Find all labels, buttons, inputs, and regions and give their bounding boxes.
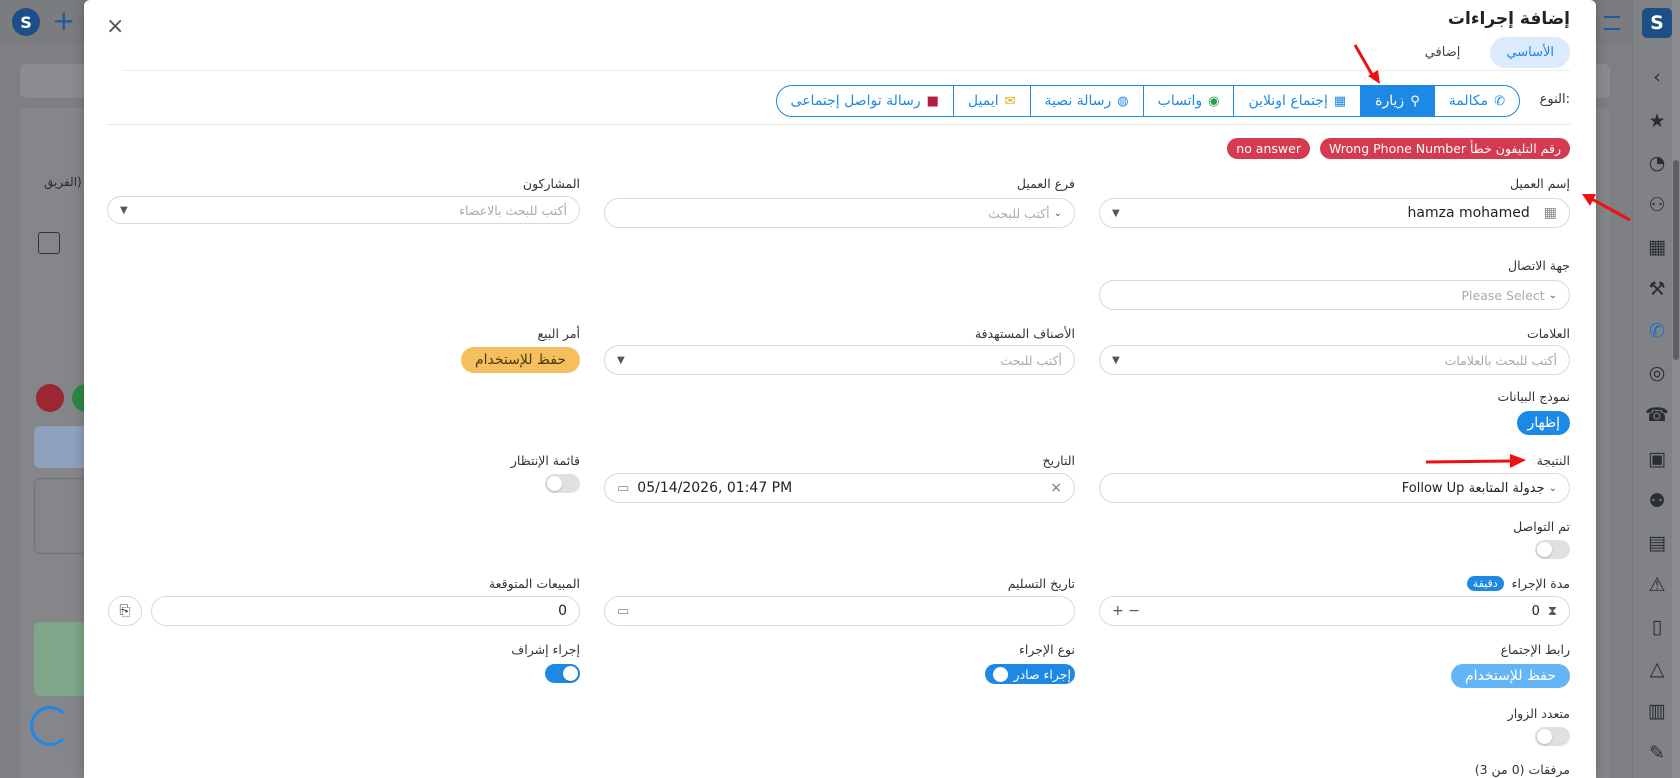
building-icon: ▦ <box>1543 205 1557 221</box>
grid-view-icon[interactable] <box>38 232 60 254</box>
calendar-icon: ▭ <box>617 603 630 619</box>
supervision-toggle[interactable] <box>545 664 580 683</box>
expected-sales-input[interactable]: 0 <box>151 596 580 626</box>
client-name-label: إسم العميل <box>1509 176 1570 191</box>
annotation-arrow-icon <box>1353 44 1380 84</box>
type-whatsapp[interactable]: ◉ واتساب <box>1142 86 1234 116</box>
contacted-toggle[interactable] <box>1535 540 1570 559</box>
types-divider <box>108 124 1570 125</box>
client-branch-label: فرع العميل <box>1016 176 1075 191</box>
date-picker[interactable]: ▭ 05/14/2026, 01:47 PM × <box>604 473 1075 503</box>
multi-visitors-toggle[interactable] <box>1535 727 1570 746</box>
expected-sales-label: المبيعات المتوقعة <box>488 576 580 591</box>
type-sms[interactable]: ◍ رسالة نصية <box>1029 86 1143 116</box>
email-icon: ✉ <box>1004 93 1016 109</box>
sales-order-save-button[interactable]: حفظ للإستخدام <box>461 347 580 373</box>
marks-label: العلامات <box>1526 326 1570 341</box>
client-branch-select[interactable]: أكتب للبحث ⌄ <box>604 198 1075 228</box>
clear-icon[interactable]: × <box>1050 480 1062 496</box>
scrollbar[interactable] <box>1672 0 1680 778</box>
presentation-icon: ▦ <box>1333 93 1347 109</box>
chevron-down-icon: ⌄ <box>1548 289 1557 301</box>
call-icon: ✆ <box>1494 93 1505 109</box>
contact-label: جهة الاتصال <box>1508 258 1570 273</box>
target-classes-select[interactable]: ▼ أكتب للبحث <box>604 345 1075 375</box>
chevron-down-icon: ▼ <box>120 204 128 216</box>
app-logo-icon: S <box>12 8 40 36</box>
type-online-meeting[interactable]: ▦ إجتماع اونلاين <box>1233 86 1360 116</box>
show-data-form-button[interactable]: إظهار <box>1517 411 1570 435</box>
contacted-label: تم التواصل <box>1513 519 1570 534</box>
green-card <box>34 622 88 696</box>
sms-icon: ◍ <box>1117 93 1129 109</box>
chevron-down-icon: ⌄ <box>1053 207 1062 219</box>
contact-select[interactable]: Please Select ⌄ <box>1099 280 1570 310</box>
stepper-buttons[interactable]: + − <box>1112 603 1140 619</box>
data-form-label: نموذج البيانات <box>1497 389 1570 404</box>
result-select[interactable]: Follow Up جدولة المتابعة ⌄ <box>1099 473 1570 503</box>
waitlist-label: قائمة الإنتظار <box>510 453 580 468</box>
action-type-toggle[interactable]: إجراء صادر <box>984 664 1075 684</box>
target-classes-label: الأصناف المستهدفة <box>974 326 1075 341</box>
chevron-down-icon: ▼ <box>617 354 625 366</box>
annotation-arrow-icon <box>1582 194 1631 222</box>
multi-visitors-label: متعدد الزوار <box>1507 706 1570 721</box>
loading-spinner-icon <box>30 706 70 746</box>
team-filter-label: الفريق) <box>44 175 82 189</box>
hourglass-icon: ⧗ <box>1547 603 1557 619</box>
add-action-modal: × إضافة إجراءات الأساسي إضافي النوع: ✆ مك… <box>84 0 1596 778</box>
duration-input[interactable]: + − 0 ⧗ <box>1099 596 1570 626</box>
supervision-label: إجراء إشراف <box>511 642 580 657</box>
social-icon: ■ <box>926 93 939 109</box>
meeting-link-save-button[interactable]: حفظ للإستخدام <box>1451 664 1570 688</box>
participants-label: المشاركون <box>522 176 580 191</box>
type-label: النوع: <box>1539 92 1570 107</box>
modal-title: إضافة إجراءات <box>1447 9 1570 29</box>
tab-basic[interactable]: الأساسي <box>1490 37 1570 68</box>
waitlist-toggle[interactable] <box>545 474 580 493</box>
chevron-down-icon: ▼ <box>1112 207 1120 219</box>
type-call[interactable]: ✆ مكالمة <box>1433 86 1519 116</box>
duration-label: مدة الإجراء دقيقة <box>1466 576 1570 591</box>
logo-icon: S <box>1642 8 1672 38</box>
whatsapp-icon: ◉ <box>1208 93 1220 109</box>
annotation-arrow-icon <box>1425 454 1526 468</box>
map-pin-icon: ⚲ <box>1410 93 1420 109</box>
calendar-icon: ▭ <box>617 480 630 496</box>
calculator-icon[interactable]: ⎘ <box>108 596 142 626</box>
empty-card <box>34 478 88 554</box>
marks-select[interactable]: ▼ أكتب للبحث بالعلامات <box>1099 345 1570 375</box>
sales-order-label: أمر البيع <box>537 326 580 341</box>
chevron-down-icon: ▼ <box>1112 354 1120 366</box>
modal-tabs: الأساسي إضافي <box>1409 37 1570 68</box>
type-social[interactable]: ■ رسالة تواصل إجتماعى <box>777 86 953 116</box>
delivery-date-picker[interactable]: ▭ <box>604 596 1075 626</box>
close-icon[interactable]: × <box>106 14 124 39</box>
meeting-link-label: رابط الإجتماع <box>1500 642 1570 657</box>
tag-no-answer[interactable]: no answer <box>1227 138 1310 159</box>
action-type-label: نوع الإجراء <box>1019 642 1075 657</box>
type-visit[interactable]: ⚲ زيارة <box>1360 86 1434 116</box>
delivery-date-label: تاريخ التسليم <box>1007 576 1075 591</box>
add-icon[interactable]: + <box>52 7 75 35</box>
action-type-selector: ✆ مكالمة ⚲ زيارة ▦ إجتماع اونلاين ◉ واتساب ◍… <box>775 85 1520 117</box>
chevron-down-icon: ⌄ <box>1548 482 1557 494</box>
tab-extra[interactable]: إضافي <box>1409 37 1477 68</box>
tag-wrong-number[interactable]: Wrong Phone Number رقم التليفون خطأ <box>1319 138 1570 159</box>
participants-select[interactable]: ▼ أكتب للبحث بالاعضاء <box>107 196 580 224</box>
minutes-badge: دقيقة <box>1466 576 1504 591</box>
tags-row: Wrong Phone Number رقم التليفون خطأ no a… <box>1227 138 1570 159</box>
type-email[interactable]: ✉ ايميل <box>952 86 1030 116</box>
delete-icon[interactable] <box>36 384 64 412</box>
client-name-select[interactable]: ▼ hamza mohamed ▦ <box>1099 198 1570 228</box>
attachments-label: مرفقات (0 من 3) <box>1474 762 1570 777</box>
blue-card <box>34 426 88 468</box>
menu-icon[interactable] <box>1604 16 1620 30</box>
date-label: التاريخ <box>1042 453 1075 468</box>
result-label: النتيجة <box>1536 453 1570 468</box>
